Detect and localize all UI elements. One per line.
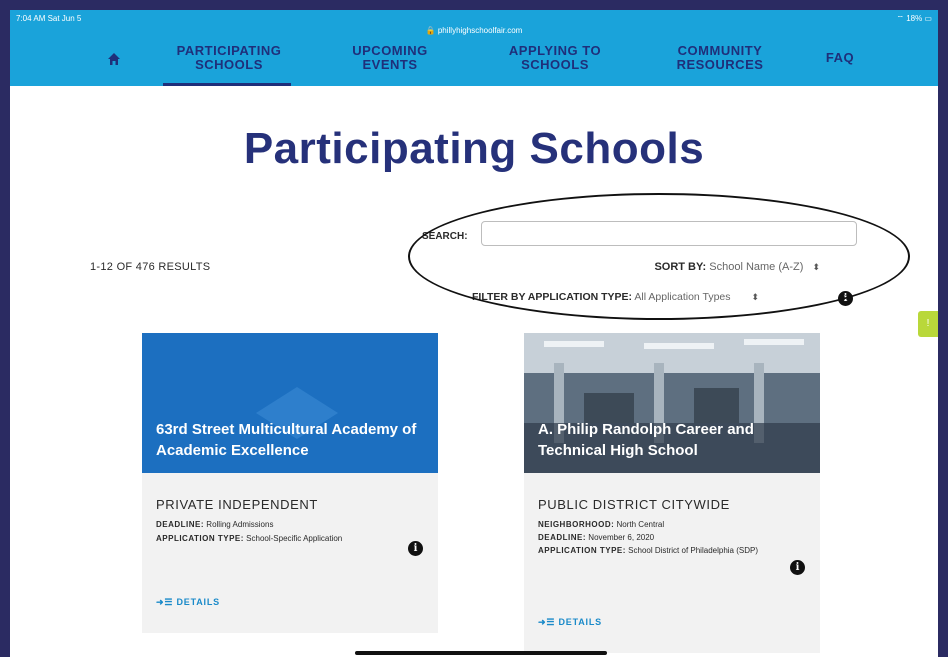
details-link[interactable]: ➜☰ DETAILS	[538, 617, 602, 628]
school-card[interactable]: 63rd Street Multicultural Academy of Aca…	[142, 333, 438, 633]
detail-application-type: APPLICATION TYPE: School-Specific Applic…	[156, 534, 343, 543]
school-type: PRIVATE INDEPENDENT	[156, 497, 318, 512]
home-icon[interactable]	[107, 52, 121, 66]
battery-indicator: ⌔ 18% ▭	[896, 14, 932, 23]
status-bar: 7:04 AM Sat Jun 5 🔒 phillyhighschoolfair…	[10, 10, 938, 38]
card-hero-photo: A. Philip Randolph Career and Technical …	[524, 333, 820, 473]
school-name[interactable]: A. Philip Randolph Career and Technical …	[538, 419, 806, 461]
info-icon[interactable]: i	[408, 541, 423, 556]
detail-deadline: DEADLINE: November 6, 2020	[538, 533, 655, 542]
status-time: 7:04 AM Sat Jun 5	[16, 14, 82, 23]
details-link[interactable]: ➜☰ DETAILS	[156, 597, 220, 608]
detail-deadline: DEADLINE: Rolling Admissions	[156, 520, 274, 529]
detail-application-type: APPLICATION TYPE: School District of Phi…	[538, 546, 758, 555]
annotation-ellipse	[408, 193, 910, 320]
nav-faq[interactable]: FAQ	[820, 51, 860, 65]
results-count: 1-12 OF 476 RESULTS	[90, 261, 211, 273]
detail-neighborhood: NEIGHBORHOOD: North Central	[538, 520, 665, 529]
school-card[interactable]: A. Philip Randolph Career and Technical …	[524, 333, 820, 653]
info-icon[interactable]: i	[790, 560, 805, 575]
feedback-tab[interactable]: !	[918, 311, 938, 337]
device-frame: 7:04 AM Sat Jun 5 🔒 phillyhighschoolfair…	[0, 0, 948, 657]
nav-applying-to-schools[interactable]: APPLYING TO SCHOOLS	[500, 44, 610, 72]
home-indicator[interactable]	[355, 651, 607, 655]
page-title: Participating Schools	[243, 124, 705, 173]
nav-community-resources[interactable]: COMMUNITY RESOURCES	[665, 44, 775, 72]
school-type: PUBLIC DISTRICT CITYWIDE	[538, 497, 730, 512]
nav-participating-schools[interactable]: PARTICIPATING SCHOOLS	[170, 44, 288, 72]
main-nav: PARTICIPATING SCHOOLS UPCOMING EVENTS APPL…	[10, 38, 938, 86]
school-name[interactable]: 63rd Street Multicultural Academy of Aca…	[156, 419, 424, 461]
nav-upcoming-events[interactable]: UPCOMING EVENTS	[340, 44, 440, 72]
page-content: Participating Schools 1-12 OF 476 RESULT…	[10, 86, 938, 657]
address-bar-url[interactable]: 🔒 phillyhighschoolfair.com	[10, 26, 938, 35]
card-hero: 63rd Street Multicultural Academy of Aca…	[142, 333, 438, 473]
